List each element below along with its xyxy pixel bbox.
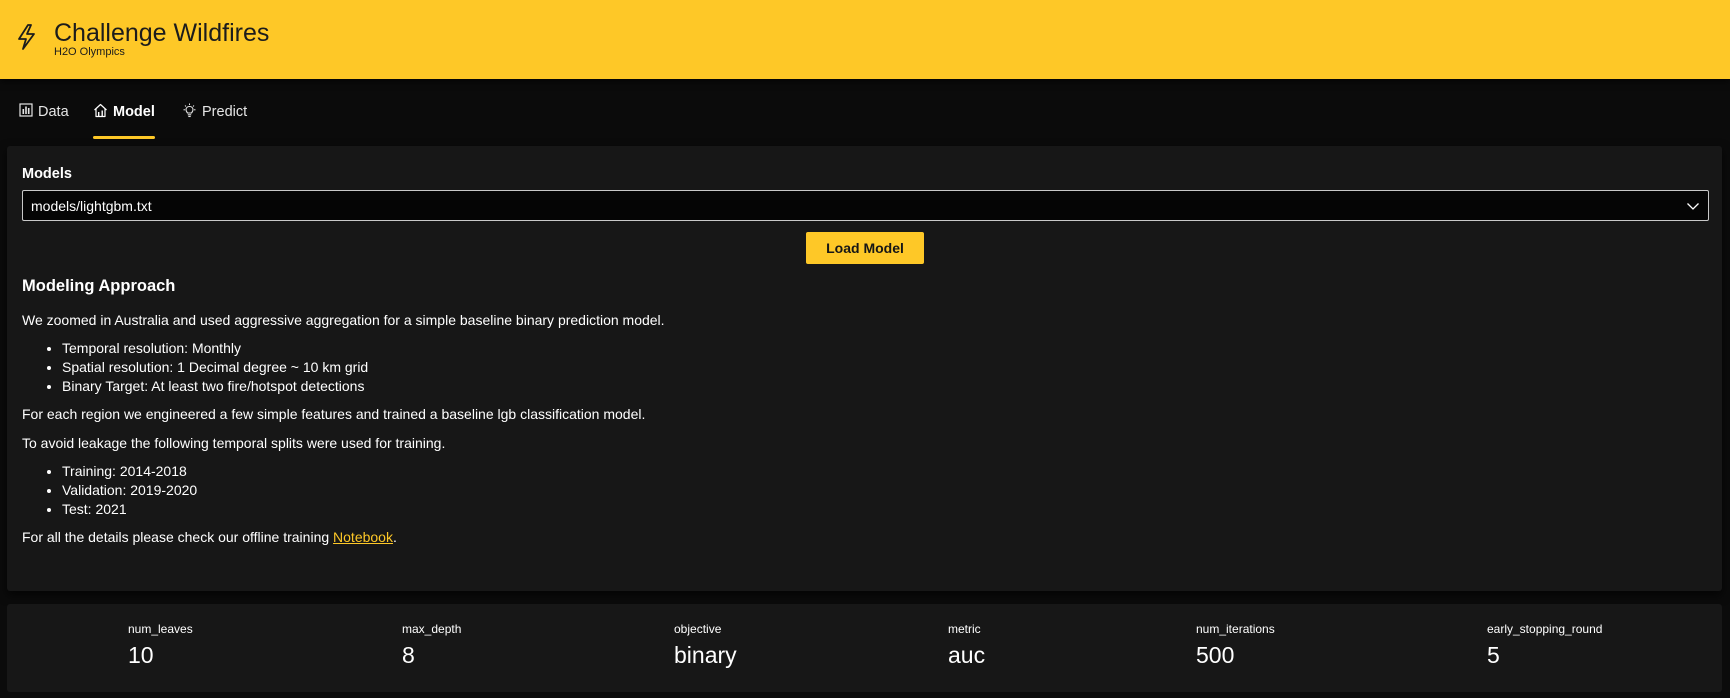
app-title: Challenge Wildfires [54,19,270,47]
models-dropdown[interactable]: models/lightgbm.txt [22,190,1709,221]
param-key: early_stopping_round [1487,622,1603,636]
param-key: num_iterations [1196,622,1275,636]
param-stat-max-depth: max_depth 8 [402,622,461,668]
tab-predict-label: Predict [202,104,248,120]
tab-model[interactable]: Model [93,99,155,139]
details-prefix: For all the details please check our off… [22,529,334,545]
models-label: Models [22,166,72,182]
section-heading: Modeling Approach [22,277,176,295]
tab-data[interactable]: Data [19,99,69,125]
param-value: binary [674,642,737,668]
active-tab-indicator [93,136,155,139]
model-params-bar: num_leaves 10 max_depth 8 objective bina… [7,604,1722,692]
load-model-button[interactable]: Load Model [806,232,924,264]
param-stat-num-leaves: num_leaves 10 [128,622,193,668]
param-value: 5 [1487,642,1500,668]
list-item: Test: 2021 [62,500,1702,519]
param-value: 10 [128,642,154,668]
list-item: Validation: 2019-2020 [62,481,1702,500]
tab-predict[interactable]: Predict [182,99,247,125]
splits-paragraph: To avoid leakage the following temporal … [22,435,446,451]
lightbulb-icon [182,103,202,122]
chevron-down-icon [1686,199,1700,217]
tab-bar: Data Model Predict [0,79,1730,140]
param-value: 8 [402,642,415,668]
app-subtitle: H2O Olympics [54,46,125,58]
modeling-approach-section: Modeling Approach We zoomed in Australia… [22,276,1702,556]
notebook-link[interactable]: Notebook [333,529,393,545]
param-key: metric [948,622,981,636]
tab-data-label: Data [38,104,69,120]
param-key: num_leaves [128,622,193,636]
list-item: Binary Target: At least two fire/hotspot… [62,377,1702,396]
home-chart-icon [93,103,113,122]
list-item: Temporal resolution: Monthly [62,339,1702,358]
param-stat-objective: objective binary [674,622,737,668]
splits-list: Training: 2014-2018 Validation: 2019-202… [22,462,1702,519]
tab-model-label: Model [113,104,155,120]
param-value: 500 [1196,642,1235,668]
list-item: Training: 2014-2018 [62,462,1702,481]
features-paragraph: For each region we engineered a few simp… [22,406,646,422]
lightning-bolt-icon [14,22,40,52]
param-key: objective [674,622,722,636]
bar-chart-icon [19,103,38,121]
models-dropdown-value: models/lightgbm.txt [31,198,152,214]
resolution-list: Temporal resolution: Monthly Spatial res… [22,339,1702,396]
intro-paragraph: We zoomed in Australia and used aggressi… [22,312,665,328]
param-stat-early-stopping-round: early_stopping_round 5 [1487,622,1602,668]
model-card: Models models/lightgbm.txt Load Model Mo… [7,146,1722,591]
param-stat-num-iterations: num_iterations 500 [1196,622,1275,668]
param-stat-metric: metric auc [948,622,985,668]
param-key: max_depth [402,622,462,636]
list-item: Spatial resolution: 1 Decimal degree ~ 1… [62,358,1702,377]
details-paragraph: For all the details please check our off… [22,527,1702,547]
param-value: auc [948,642,986,668]
app-header: Challenge Wildfires H2O Olympics [0,0,1730,79]
details-suffix: . [392,529,397,545]
